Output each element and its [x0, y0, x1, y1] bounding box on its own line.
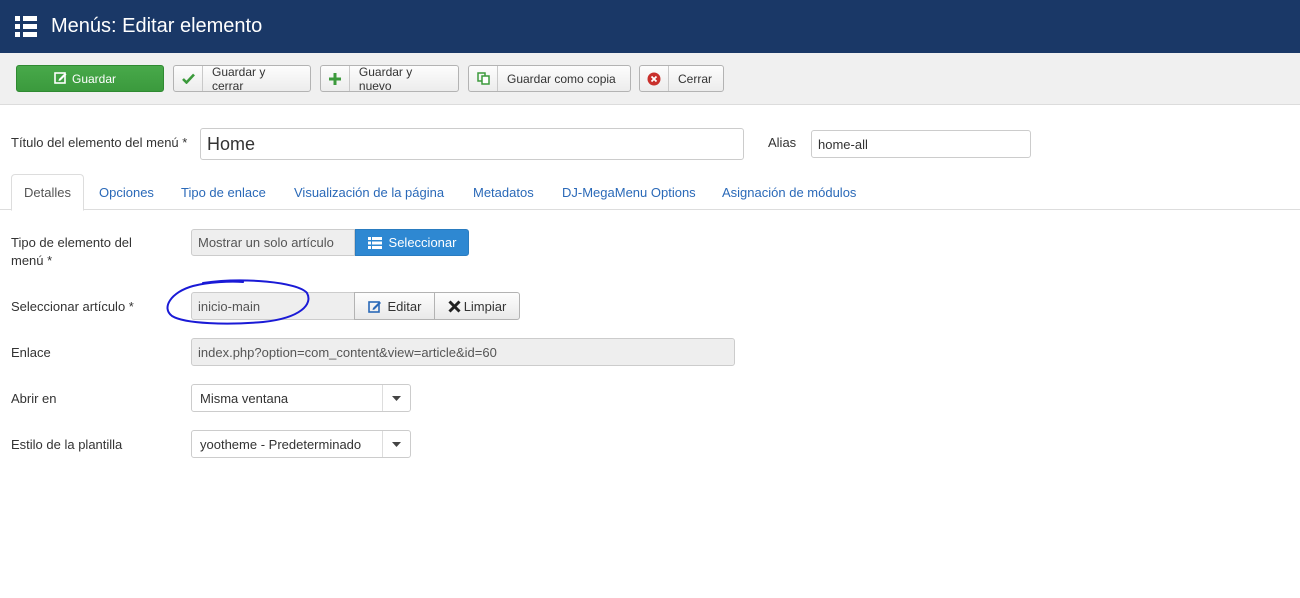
edit-icon — [54, 71, 67, 87]
select-type-button[interactable]: Seleccionar — [355, 229, 469, 256]
copy-icon — [469, 66, 498, 91]
chevron-down-icon — [382, 431, 410, 457]
menu-type-label-line2: menú * — [11, 253, 53, 268]
tab-opciones[interactable]: Opciones — [99, 174, 154, 210]
select-type-label: Seleccionar — [388, 235, 457, 250]
x-icon — [448, 299, 461, 313]
edit-article-button[interactable]: Editar — [354, 292, 435, 320]
link-field: index.php?option=com_content&view=articl… — [191, 338, 735, 366]
edit-icon — [367, 300, 382, 313]
clear-article-button[interactable]: Limpiar — [434, 292, 520, 320]
template-style-value: yootheme - Predeterminado — [200, 436, 362, 452]
edit-article-label: Editar — [387, 298, 422, 314]
check-icon — [174, 66, 203, 91]
tab-tipo-enlace[interactable]: Tipo de enlace — [181, 174, 266, 210]
list-icon — [15, 15, 37, 38]
save-copy-label: Guardar como copia — [507, 71, 616, 86]
tab-bar: Detalles Opciones Tipo de enlace Visuali… — [0, 174, 1300, 211]
open-in-select[interactable]: Misma ventana — [191, 384, 411, 412]
save-button[interactable]: Guardar — [16, 65, 164, 92]
chevron-down-icon — [382, 385, 410, 411]
open-in-value: Misma ventana — [200, 390, 289, 406]
toolbar: Guardar Guardar y cerrar Guardar y nuevo… — [0, 53, 1300, 105]
close-label: Cerrar — [678, 71, 713, 86]
template-style-select[interactable]: yootheme - Predeterminado — [191, 430, 411, 458]
title-label: Título del elemento del menú * — [11, 135, 188, 150]
app-header: Menús: Editar elemento — [0, 0, 1300, 53]
menu-type-label-line1: Tipo de elemento del — [11, 235, 132, 250]
clear-article-label: Limpiar — [463, 298, 507, 314]
tab-djmegamenu[interactable]: DJ-MegaMenu Options — [562, 174, 696, 210]
tab-metadatos[interactable]: Metadatos — [473, 174, 534, 210]
tab-detalles[interactable]: Detalles — [11, 174, 84, 211]
title-input[interactable]: Home — [200, 128, 744, 160]
save-close-label: Guardar y cerrar — [212, 64, 266, 93]
tab-visualizacion[interactable]: Visualización de la página — [294, 174, 444, 210]
page-title: Menús: Editar elemento — [51, 15, 263, 37]
menu-type-field: Mostrar un solo artículo — [191, 229, 355, 256]
save-close-button[interactable]: Guardar y cerrar — [173, 64, 311, 93]
save-new-label: Guardar y nuevo — [358, 64, 413, 93]
link-label: Enlace — [11, 345, 51, 360]
template-style-label: Estilo de la plantilla — [11, 437, 123, 452]
annotation-circle — [166, 279, 310, 325]
alias-label: Alias — [768, 135, 797, 150]
list-icon — [367, 236, 382, 249]
tab-asignacion-modulos[interactable]: Asignación de módulos — [722, 174, 856, 210]
open-in-label: Abrir en — [11, 391, 57, 406]
plus-icon — [321, 66, 350, 91]
close-circle-icon — [640, 66, 669, 91]
save-button-label: Guardar — [71, 71, 117, 86]
save-new-button[interactable]: Guardar y nuevo — [320, 64, 459, 93]
save-copy-button[interactable]: Guardar como copia — [468, 65, 631, 92]
close-button[interactable]: Cerrar — [639, 65, 724, 92]
alias-input[interactable]: home-all — [811, 130, 1031, 158]
article-label: Seleccionar artículo * — [11, 299, 134, 314]
